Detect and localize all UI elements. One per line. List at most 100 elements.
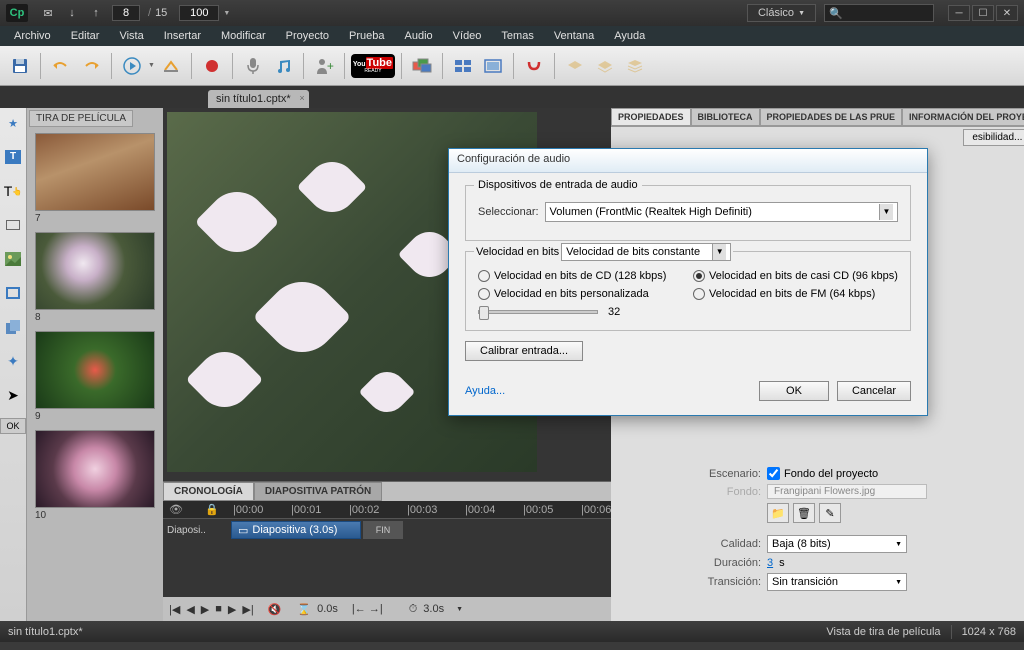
calibrar-button[interactable]: Calibrar entrada... <box>465 341 583 361</box>
minimize-button[interactable]: ─ <box>948 5 970 21</box>
tab-biblioteca[interactable]: BIBLIOTECA <box>691 108 760 126</box>
image-tool[interactable] <box>2 248 24 270</box>
bitrate-mode-select[interactable]: Velocidad de bits constante▼ <box>561 243 731 261</box>
grid-view-button[interactable] <box>449 52 477 80</box>
ok-rail-button[interactable]: OK <box>0 418 26 434</box>
slide-thumb-9[interactable]: 9 <box>35 331 155 422</box>
lock-icon[interactable]: 🔒 <box>205 503 235 516</box>
tl-play-button[interactable]: ▶ <box>201 603 209 616</box>
save-button[interactable] <box>6 52 34 80</box>
tl-prev-button[interactable]: ◀ <box>186 603 194 616</box>
wand-tool[interactable]: ✦ <box>2 350 24 372</box>
tl-end-button[interactable]: ▶| <box>242 603 253 616</box>
menu-editar[interactable]: Editar <box>61 27 110 45</box>
edit-icon[interactable]: ✎ <box>819 503 841 523</box>
eye-icon[interactable]: 👁 <box>169 503 199 516</box>
bitrate-slider[interactable] <box>478 310 598 314</box>
redo-button[interactable] <box>77 52 105 80</box>
maximize-button[interactable]: ☐ <box>972 5 994 21</box>
cursor-tool[interactable]: ➤ <box>2 384 24 406</box>
duracion-value[interactable]: 3 <box>767 557 773 569</box>
slide-thumb-10[interactable]: 10 <box>35 430 155 521</box>
publish-button[interactable] <box>157 52 185 80</box>
radio-fm[interactable]: Velocidad en bits de FM (64 kbps) <box>693 288 898 300</box>
actor-button[interactable]: + <box>310 52 338 80</box>
slider-thumb[interactable] <box>479 306 489 320</box>
delete-icon[interactable]: 🗑 <box>793 503 815 523</box>
youtube-button[interactable]: YouTubeREADY <box>351 54 395 78</box>
mail-icon[interactable]: ✉ <box>40 5 56 21</box>
accessibility-button[interactable]: esibilidad... <box>963 129 1024 146</box>
slider-value: 32 <box>608 306 620 318</box>
close-tab-icon[interactable]: × <box>299 93 304 103</box>
slides-button[interactable] <box>408 52 436 80</box>
menu-vista[interactable]: Vista <box>109 27 153 45</box>
upload-icon[interactable]: ↑ <box>88 5 104 21</box>
menu-modificar[interactable]: Modificar <box>211 27 276 45</box>
chevron-down-icon: ▼ <box>798 10 805 17</box>
menu-insertar[interactable]: Insertar <box>154 27 211 45</box>
play-button[interactable] <box>118 52 146 80</box>
rect-tool[interactable] <box>2 214 24 236</box>
text-tool[interactable]: T <box>2 146 24 168</box>
zoom-dropdown-icon[interactable]: ▼ <box>223 10 230 17</box>
search-input[interactable]: 🔍 <box>824 4 934 22</box>
layer3-button[interactable] <box>621 52 649 80</box>
timeline-clip[interactable]: ▭Diapositiva (3.0s) <box>231 521 361 539</box>
menu-ventana[interactable]: Ventana <box>544 27 604 45</box>
slide-thumb-7[interactable]: 7 <box>35 133 155 224</box>
slide-thumb-8[interactable]: 8 <box>35 232 155 323</box>
layer2-button[interactable] <box>591 52 619 80</box>
play-dropdown-icon[interactable]: ▼ <box>148 62 155 69</box>
tab-cronologia[interactable]: CRONOLOGÍA <box>163 482 254 501</box>
tl-next-button[interactable]: ▶ <box>228 603 236 616</box>
menu-prueba[interactable]: Prueba <box>339 27 394 45</box>
frame-tool[interactable] <box>2 282 24 304</box>
ayuda-link[interactable]: Ayuda... <box>465 385 505 397</box>
star-tool[interactable]: ★ <box>2 112 24 134</box>
tab-propiedades-prueba[interactable]: PROPIEDADES DE LAS PRUE <box>760 108 903 126</box>
page-current-input[interactable] <box>112 5 140 21</box>
cancelar-button[interactable]: Cancelar <box>837 381 911 401</box>
undo-button[interactable] <box>47 52 75 80</box>
menu-ayuda[interactable]: Ayuda <box>604 27 655 45</box>
timeline-ruler[interactable]: 👁🔒 |00:00 |00:01 |00:02 |00:03 |00:04 |0… <box>163 501 611 519</box>
menu-proyecto[interactable]: Proyecto <box>276 27 339 45</box>
input-devices-group: Dispositivos de entrada de audio Selecci… <box>465 185 911 241</box>
tab-info-proyecto[interactable]: INFORMACIÓN DEL PROYEC <box>902 108 1024 126</box>
document-tab[interactable]: sin título1.cptx* × <box>208 90 309 108</box>
layer1-button[interactable] <box>561 52 589 80</box>
tl-stop-button[interactable]: ■ <box>215 603 222 615</box>
menu-audio[interactable]: Audio <box>395 27 443 45</box>
tab-propiedades[interactable]: PROPIEDADES <box>611 108 691 126</box>
menu-temas[interactable]: Temas <box>491 27 543 45</box>
tl-sound-icon[interactable]: 🔇 <box>268 603 282 616</box>
record-button[interactable] <box>198 52 226 80</box>
mic-button[interactable] <box>239 52 267 80</box>
timeline-track[interactable]: Diaposi.. ▭Diapositiva (3.0s) FIN <box>163 519 611 541</box>
tab-diapositiva-patron[interactable]: DIAPOSITIVA PATRÓN <box>254 482 382 501</box>
copy-tool[interactable] <box>2 316 24 338</box>
ok-button[interactable]: OK <box>759 381 829 401</box>
menu-archivo[interactable]: Archivo <box>4 27 61 45</box>
escenario-label: Escenario: <box>621 468 761 480</box>
tl-start-button[interactable]: |◀ <box>169 603 180 616</box>
device-select[interactable]: Volumen (FrontMic (Realtek High Definiti… <box>545 202 898 222</box>
single-view-button[interactable] <box>479 52 507 80</box>
calidad-select[interactable]: Baja (8 bits)▼ <box>767 535 907 553</box>
menu-video[interactable]: Vídeo <box>443 27 492 45</box>
radio-casi-cd[interactable]: Velocidad en bits de casi CD (96 kbps) <box>693 270 898 282</box>
escenario-checkbox[interactable]: Fondo del proyecto <box>767 467 878 480</box>
snap-button[interactable] <box>520 52 548 80</box>
transicion-select[interactable]: Sin transición▼ <box>767 573 907 591</box>
close-button[interactable]: ✕ <box>996 5 1018 21</box>
audio-import-button[interactable] <box>269 52 297 80</box>
download-icon[interactable]: ↓ <box>64 5 80 21</box>
radio-personalizada[interactable]: Velocidad en bits personalizada <box>478 288 683 300</box>
text-cursor-tool[interactable]: T👆 <box>2 180 24 202</box>
radio-cd[interactable]: Velocidad en bits de CD (128 kbps) <box>478 270 683 282</box>
workspace-switcher[interactable]: Clásico ▼ <box>747 4 816 22</box>
folder-icon[interactable]: 📁 <box>767 503 789 523</box>
zoom-input[interactable] <box>179 5 219 21</box>
filmstrip-body[interactable]: 7 8 9 10 <box>27 129 163 621</box>
